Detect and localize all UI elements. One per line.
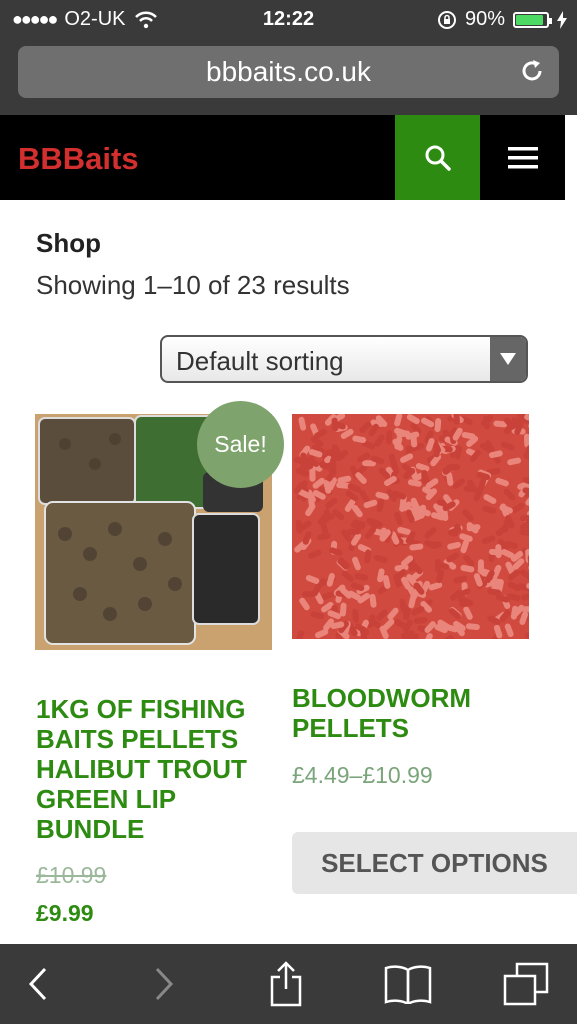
share-button[interactable] [262,960,310,1008]
bookmarks-button[interactable] [380,960,436,1008]
price-range: £4.49–£10.99 [292,762,433,788]
url-text: bbbaits.co.uk [206,56,371,87]
back-button[interactable] [14,960,62,1008]
chevron-right-icon [155,967,174,1001]
product-title[interactable]: 1KG OF FISHING BAITS PELLETS HALIBUT TRO… [36,694,276,844]
address-bar[interactable]: bbbaits.co.uk [18,46,559,98]
rotation-lock-icon [437,10,456,29]
battery-percent: 90% [464,8,505,30]
search-button[interactable] [395,115,480,200]
chevron-left-icon [28,967,47,1001]
tabs-button[interactable] [502,960,550,1008]
share-icon [270,961,302,1007]
chevron-down-icon [490,337,526,381]
sort-selected-value: Default sorting [176,346,344,376]
tabs-icon [503,962,549,1006]
browser-bottom-toolbar [0,944,577,1024]
hamburger-menu-icon [507,146,538,168]
status-bar: ●●●●● O2-UK 12:22 90% [0,0,577,38]
product-image-bloodworm-pellets[interactable] [292,414,529,639]
menu-button[interactable] [480,115,565,200]
sale-badge: Sale! [197,401,284,488]
regular-price: £10.99 [36,862,107,888]
site-header: BBBaits [0,115,565,200]
page-title: Shop [36,228,101,258]
result-count: Showing 1–10 of 23 results [36,270,350,300]
book-icon [384,965,432,1004]
charging-icon [557,10,567,29]
forward-button[interactable] [140,960,188,1008]
browser-toolbar: bbbaits.co.uk [0,38,577,115]
select-options-button[interactable]: SELECT OPTIONS [292,832,577,894]
sort-dropdown[interactable]: Default sorting [160,335,528,383]
battery-icon [513,11,552,28]
reload-icon[interactable] [519,58,545,84]
product-title[interactable]: BLOODWORM PELLETS [292,683,542,743]
search-icon [425,145,451,171]
site-logo[interactable]: BBBaits [18,141,139,177]
sale-price: £9.99 [36,900,94,926]
